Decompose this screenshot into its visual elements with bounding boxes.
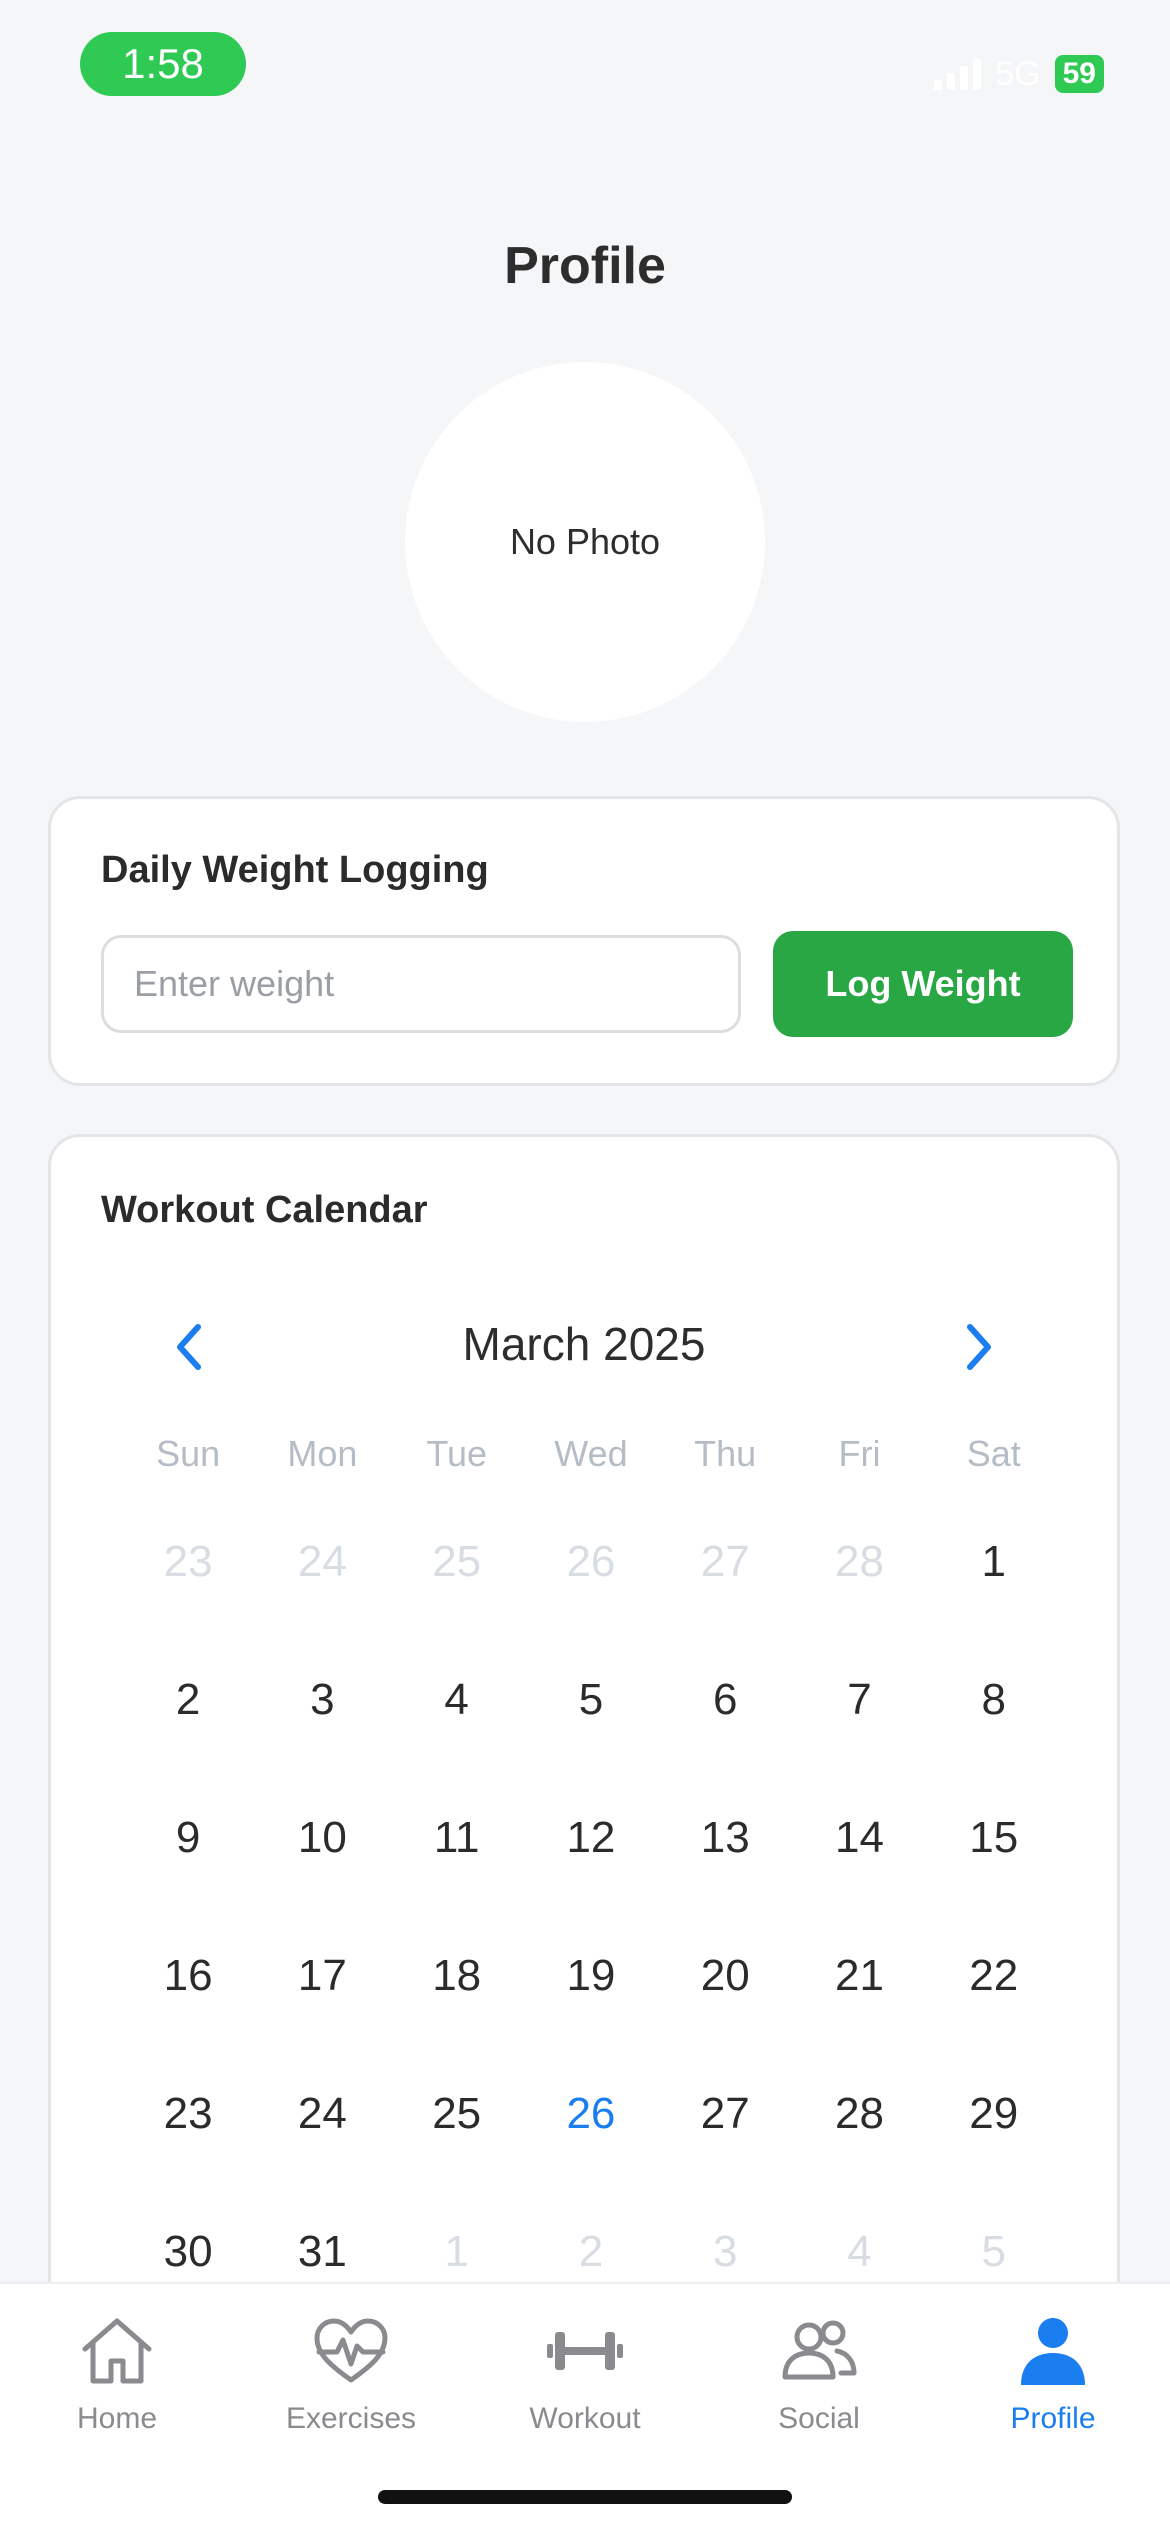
calendar-day[interactable]: 10 xyxy=(255,1813,389,1863)
calendar-day[interactable]: 8 xyxy=(927,1675,1061,1725)
calendar-day[interactable]: 7 xyxy=(792,1675,926,1725)
calendar-header: March 2025 xyxy=(51,1307,1117,1377)
weekday-row: Sun Mon Tue Wed Thu Fri Sat xyxy=(121,1433,1061,1475)
next-month-icon[interactable] xyxy=(949,1317,1009,1377)
tab-label: Home xyxy=(76,2402,158,2435)
dumbbell-icon xyxy=(468,2306,702,2396)
calendar-week-row: 2345678 xyxy=(121,1675,1061,1725)
calendar-day[interactable]: 4 xyxy=(792,2227,926,2277)
calendar-day[interactable]: 23 xyxy=(121,1537,255,1587)
home-icon xyxy=(0,2306,234,2396)
calendar-day-today[interactable]: 26 xyxy=(524,2089,658,2139)
calendar-day[interactable]: 28 xyxy=(792,1537,926,1587)
calendar-day[interactable]: 23 xyxy=(121,2089,255,2139)
calendar-day[interactable]: 28 xyxy=(792,2089,926,2139)
calendar-day[interactable]: 5 xyxy=(927,2227,1061,2277)
weight-logging-title: Daily Weight Logging xyxy=(101,849,489,891)
calendar-day[interactable]: 18 xyxy=(390,1951,524,2001)
calendar-day[interactable]: 11 xyxy=(390,1813,524,1863)
signal-icon xyxy=(934,58,982,90)
tab-exercises[interactable]: Exercises xyxy=(234,2306,468,2446)
weekday-label: Wed xyxy=(554,1433,628,1474)
tab-label: Social xyxy=(778,2402,860,2435)
calendar-week-row: 23 24 25 26 27 28 1 xyxy=(121,1537,1061,1587)
calendar-day[interactable]: 5 xyxy=(524,1675,658,1725)
network-type: 5G xyxy=(995,54,1041,93)
calendar-day[interactable]: 27 xyxy=(658,2089,792,2139)
weekday-label: Fri xyxy=(838,1433,881,1474)
calendar-day[interactable]: 12 xyxy=(524,1813,658,1863)
weekday-label: Mon xyxy=(287,1433,358,1474)
workout-calendar-card: Workout Calendar March 2025 Sun Mon Tue … xyxy=(48,1134,1120,2334)
calendar-week-row: 30 31 1 2 3 4 5 xyxy=(121,2227,1061,2277)
calendar-day[interactable]: 9 xyxy=(121,1813,255,1863)
tab-label: Workout xyxy=(529,2402,641,2435)
workout-calendar-title: Workout Calendar xyxy=(101,1189,428,1231)
calendar-day[interactable]: 4 xyxy=(390,1675,524,1725)
calendar-day[interactable]: 25 xyxy=(390,2089,524,2139)
calendar-day[interactable]: 24 xyxy=(255,2089,389,2139)
calendar-day[interactable]: 13 xyxy=(658,1813,792,1863)
tab-label: Profile xyxy=(1010,2402,1096,2435)
tab-profile[interactable]: Profile xyxy=(936,2306,1170,2446)
calendar-week-row: 16 17 18 19 20 21 22 xyxy=(121,1951,1061,2001)
weekday-label: Sun xyxy=(156,1433,221,1474)
weekday-label: Thu xyxy=(694,1433,757,1474)
weekday-label: Tue xyxy=(426,1433,488,1474)
calendar-day[interactable]: 27 xyxy=(658,1537,792,1587)
calendar-week-row: 9 10 11 12 13 14 15 xyxy=(121,1813,1061,1863)
calendar-day[interactable]: 24 xyxy=(255,1537,389,1587)
tab-workout[interactable]: Workout xyxy=(468,2306,702,2446)
calendar-week-row: 23 24 25 26 27 28 29 xyxy=(121,2089,1061,2139)
people-icon xyxy=(702,2306,936,2396)
log-weight-button[interactable]: Log Weight xyxy=(773,931,1073,1037)
battery-icon: 59 xyxy=(1054,55,1104,93)
calendar-day[interactable]: 30 xyxy=(121,2227,255,2277)
calendar-day[interactable]: 1 xyxy=(390,2227,524,2277)
weight-logging-card: Daily Weight Logging Log Weight xyxy=(48,796,1120,1086)
avatar[interactable]: No Photo xyxy=(405,362,765,722)
calendar-day[interactable]: 21 xyxy=(792,1951,926,2001)
calendar-day[interactable]: 22 xyxy=(927,1951,1061,2001)
calendar-day[interactable]: 14 xyxy=(792,1813,926,1863)
calendar-day[interactable]: 26 xyxy=(524,1537,658,1587)
calendar-day[interactable]: 25 xyxy=(390,1537,524,1587)
tab-home[interactable]: Home xyxy=(0,2306,234,2446)
calendar-day[interactable]: 1 xyxy=(927,1537,1061,1587)
calendar-day[interactable]: 20 xyxy=(658,1951,792,2001)
calendar-day[interactable]: 17 xyxy=(255,1951,389,2001)
calendar-day[interactable]: 3 xyxy=(255,1675,389,1725)
calendar-day[interactable]: 6 xyxy=(658,1675,792,1725)
tab-label: Exercises xyxy=(285,2402,417,2435)
calendar-day[interactable]: 29 xyxy=(927,2089,1061,2139)
heart-pulse-icon xyxy=(234,2306,468,2396)
person-icon xyxy=(936,2306,1170,2396)
weekday-label: Sat xyxy=(966,1433,1021,1474)
status-indicators: 5G 59 xyxy=(934,50,1104,98)
page-title: Profile xyxy=(504,237,666,295)
calendar-day[interactable]: 3 xyxy=(658,2227,792,2277)
calendar-day[interactable]: 2 xyxy=(121,1675,255,1725)
calendar-day[interactable]: 19 xyxy=(524,1951,658,2001)
calendar-day[interactable]: 15 xyxy=(927,1813,1061,1863)
status-time: 1:58 xyxy=(80,32,246,96)
weight-input[interactable] xyxy=(101,935,741,1033)
home-indicator xyxy=(378,2490,792,2504)
calendar-day[interactable]: 16 xyxy=(121,1951,255,2001)
avatar-placeholder-text: No Photo xyxy=(509,521,661,562)
calendar-day[interactable]: 2 xyxy=(524,2227,658,2277)
tab-social[interactable]: Social xyxy=(702,2306,936,2446)
calendar-day[interactable]: 31 xyxy=(255,2227,389,2277)
